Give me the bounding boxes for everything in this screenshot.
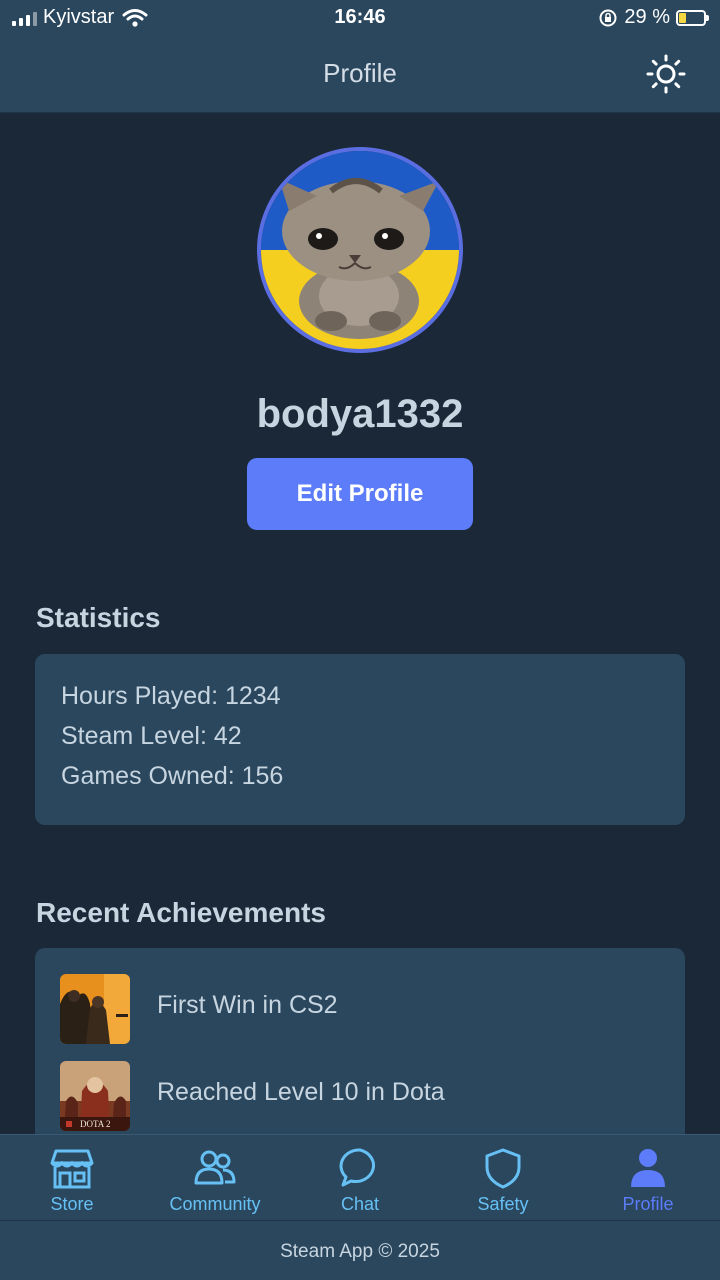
achievement-label: Reached Level 10 in Dota (157, 1078, 445, 1106)
rotation-lock-icon (599, 9, 617, 26)
achievement-label: First Win in CS2 (157, 991, 338, 1019)
app-header: Profile (0, 36, 720, 113)
stat-games-owned: Games Owned: 156 (61, 762, 284, 790)
achievement-item[interactable]: DOTA 2 Reached Level 10 in Dota (60, 1061, 660, 1131)
nav-item-chat[interactable]: Chat (288, 1135, 432, 1221)
achievements-heading: Recent Achievements (36, 897, 326, 928)
shield-icon (485, 1148, 521, 1189)
battery-percent: 29 % (624, 6, 670, 28)
user-icon (631, 1149, 665, 1187)
community-icon (194, 1150, 236, 1185)
achievement-item[interactable]: First Win in CS2 (60, 974, 660, 1044)
nav-label-profile: Profile (622, 1194, 674, 1214)
dota2-thumbnail: DOTA 2 (60, 1061, 130, 1131)
chat-icon (339, 1148, 375, 1187)
statistics-heading: Statistics (36, 602, 161, 633)
status-right: 29 % (598, 6, 709, 29)
nav-item-safety[interactable]: Safety (431, 1135, 575, 1221)
battery-icon (676, 9, 709, 26)
nav-label-safety: Safety (477, 1194, 529, 1214)
username: bodya1332 (256, 392, 464, 436)
nav-label-chat: Chat (340, 1194, 380, 1214)
stat-steam-level: Steam Level: 42 (61, 722, 242, 750)
statistics-card: Hours Played: 1234 Steam Level: 42 Games… (35, 654, 685, 825)
nav-item-community[interactable]: Community (143, 1135, 287, 1221)
nav-label-store: Store (50, 1194, 94, 1214)
bottom-nav: Store Community Chat Safety Profile (0, 1134, 720, 1221)
stat-hours-played: Hours Played: 1234 (61, 682, 281, 710)
nav-item-store[interactable]: Store (0, 1135, 144, 1221)
edit-profile-button[interactable]: Edit Profile (247, 458, 473, 530)
theme-toggle-button[interactable] (646, 54, 686, 94)
achievements-card: First Win in CS2 DOTA 2 Reached Level 10… (35, 948, 685, 1148)
store-icon (50, 1149, 94, 1189)
avatar[interactable] (257, 147, 463, 353)
nav-label-community: Community (169, 1194, 261, 1214)
sun-icon (646, 54, 686, 94)
page-title: Profile (323, 58, 397, 88)
cat-avatar-image (261, 151, 459, 349)
footer: Steam App © 2025 (0, 1220, 720, 1280)
cs2-thumbnail (60, 974, 130, 1044)
dota2-thumb-text: DOTA 2 (80, 1119, 111, 1129)
status-bar: Kyivstar 16:46 29 % (0, 0, 720, 36)
footer-text: Steam App © 2025 (280, 1241, 440, 1262)
nav-item-profile[interactable]: Profile (576, 1135, 720, 1221)
